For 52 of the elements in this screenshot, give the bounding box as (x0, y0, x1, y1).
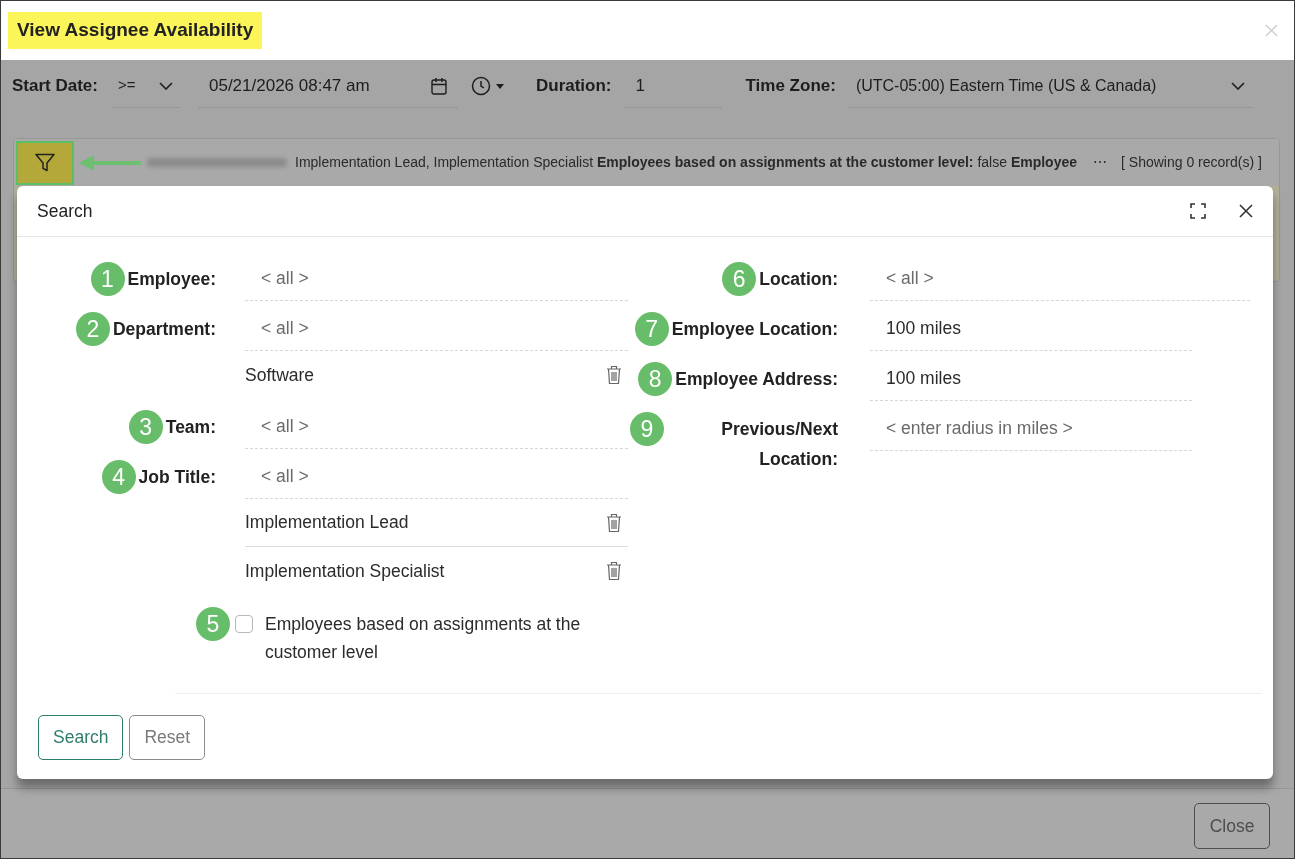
operator-select[interactable]: >= (111, 64, 179, 108)
field-label: Previous/Next Location: (720, 418, 838, 471)
selected-item: Implementation Specialist (245, 559, 445, 583)
close-icon (1265, 24, 1278, 37)
field-label: Employee: (127, 268, 216, 291)
calendar-icon[interactable] (430, 76, 447, 95)
trash-icon[interactable] (606, 365, 622, 385)
field-label: Location: (759, 268, 838, 291)
field-label: Department: (112, 318, 216, 341)
more-button[interactable]: ⋯ (1093, 152, 1108, 173)
number-marker: 4 (101, 460, 136, 494)
time-zone-label: Time Zone: (745, 75, 836, 98)
selected-item: Software (245, 363, 315, 387)
fullscreen-icon[interactable] (1190, 203, 1206, 219)
number-marker: 6 (722, 262, 757, 296)
field-label: Job Title: (138, 466, 216, 489)
search-button[interactable]: Search (38, 715, 124, 760)
start-date-label: Start Date: (12, 75, 98, 98)
funnel-icon[interactable] (35, 153, 55, 172)
close-button[interactable]: Close (1194, 803, 1270, 849)
chevron-down-icon (158, 81, 173, 90)
time-zone-select[interactable]: (UTC-05:00) Eastern Time (US & Canada) (847, 64, 1253, 108)
window-title: View Assignee Availability (8, 12, 263, 49)
checkbox[interactable] (235, 615, 253, 633)
number-marker: 9 (630, 412, 664, 446)
field-label: Employee Address: (675, 368, 838, 391)
filter-button[interactable] (16, 140, 74, 185)
time-picker-button[interactable] (470, 76, 504, 96)
number-marker: 1 (90, 262, 125, 296)
number-marker: 2 (75, 312, 110, 346)
chevron-down-icon (1230, 81, 1245, 90)
reset-button[interactable]: Reset (129, 715, 206, 760)
caret-icon (495, 83, 504, 89)
field-label: Employee Location: (671, 318, 838, 341)
field-label: Team: (165, 416, 216, 439)
number-marker: 3 (128, 410, 163, 444)
dialog-title: Search (37, 199, 93, 223)
number-marker: 5 (196, 607, 230, 641)
duration-field[interactable]: 1 (623, 64, 721, 108)
checkbox-label: Employees based on assignments at the customer level (265, 613, 582, 664)
number-marker: 7 (634, 312, 669, 346)
selected-item: Implementation Lead (245, 511, 409, 535)
clock-icon (470, 76, 491, 96)
trash-icon[interactable] (606, 561, 622, 581)
close-icon[interactable] (1239, 204, 1253, 218)
number-marker: 8 (638, 362, 673, 396)
record-count: [ Showing 0 record(s) ] (1121, 153, 1262, 172)
duration-label: Duration: (535, 75, 612, 98)
date-field[interactable]: 05/21/2026 08:47 am (198, 64, 457, 108)
filter-summary: Implementation Lead, Implementation Specialist Employees based on assignments at the customer level: false Employee (295, 153, 1078, 172)
arrow-icon (79, 154, 141, 171)
trash-icon[interactable] (606, 512, 622, 533)
